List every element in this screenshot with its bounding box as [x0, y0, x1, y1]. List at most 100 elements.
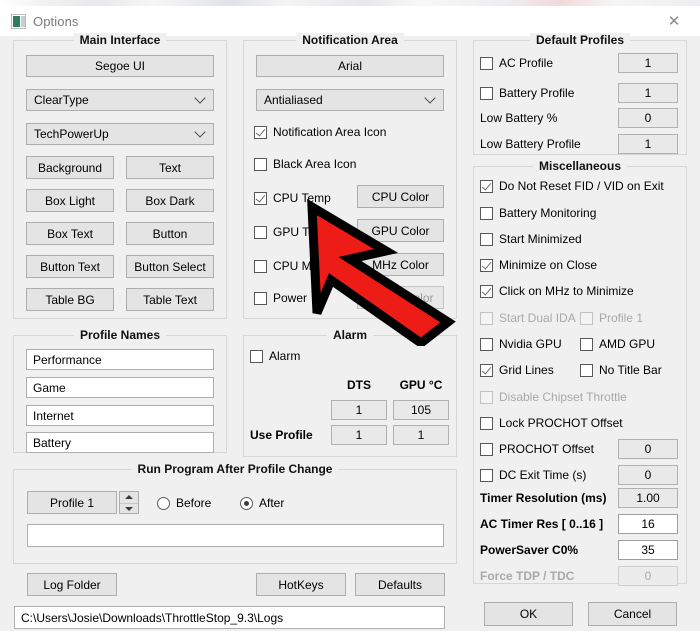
prochot-offset-value[interactable]: 0 — [618, 439, 678, 459]
checkbox-battery-profile[interactable]: Battery Profile — [480, 86, 574, 100]
dc-exit-time-value[interactable]: 0 — [618, 465, 678, 485]
checkbox-label: Battery Monitoring — [499, 206, 597, 220]
color-button-button-text[interactable]: Button Text — [26, 255, 114, 278]
power-color-button[interactable]: Power Color — [357, 286, 444, 309]
checkbox-cpu-temp[interactable]: CPU Temp — [254, 191, 331, 205]
checkbox-box — [254, 259, 267, 273]
log-path-input[interactable]: C:\Users\Josie\Downloads\ThrottleStop_9.… — [14, 606, 445, 629]
checkbox-label: No Title Bar — [599, 363, 662, 377]
low-battery-percent-label: Low Battery % — [480, 111, 558, 125]
radio-ring — [157, 496, 170, 510]
profile-name-input-2[interactable]: Game — [26, 377, 214, 398]
run-program-profile-button[interactable]: Profile 1 — [27, 491, 117, 514]
checkbox-label: Notification Area Icon — [273, 125, 387, 139]
notification-render-combo[interactable]: Antialiased — [256, 89, 444, 111]
checkbox-minimize-on-close[interactable]: Minimize on Close — [480, 258, 597, 272]
spinner-up-icon[interactable] — [120, 492, 138, 504]
close-icon[interactable]: ✕ — [655, 10, 693, 32]
checkbox-do-not-reset-fid-vid-on-exit[interactable]: Do Not Reset FID / VID on Exit — [480, 179, 664, 193]
alarm-gpu-profile[interactable]: 1 — [393, 425, 449, 445]
color-button-button-select[interactable]: Button Select — [126, 255, 214, 278]
checkbox-black-area-icon[interactable]: Black Area Icon — [254, 157, 356, 171]
low-battery-profile-value[interactable]: 1 — [618, 134, 678, 154]
ac-timer-res-value[interactable]: 16 — [618, 514, 678, 534]
low-battery-percent-value[interactable]: 0 — [618, 108, 678, 128]
alarm-dts-threshold[interactable]: 1 — [331, 400, 387, 420]
checkbox-box — [480, 337, 493, 351]
powersaver-c0-value[interactable]: 35 — [618, 540, 678, 560]
checkbox-power[interactable]: Power — [254, 291, 307, 305]
notification-font-button[interactable]: Arial — [256, 55, 444, 77]
run-program-profile-spinner[interactable] — [119, 491, 139, 514]
timer-resolution-value[interactable]: 1.00 — [618, 488, 678, 508]
options-dialog: Options ✕ Main Interface Segoe UI ClearT… — [0, 0, 700, 631]
color-button-background[interactable]: Background — [26, 156, 114, 179]
checkbox-box — [480, 442, 493, 456]
checkbox-grid-lines[interactable]: Grid Lines — [480, 363, 554, 377]
checkbox-lock-prochot-offset[interactable]: Lock PROCHOT Offset — [480, 416, 623, 430]
checkbox-box — [480, 468, 493, 482]
checkbox-amd-gpu[interactable]: AMD GPU — [580, 337, 655, 351]
alarm-use-profile-label: Use Profile — [250, 428, 313, 442]
group-title-run-program: Run Program After Profile Change — [131, 462, 339, 476]
radio-before[interactable]: Before — [157, 496, 211, 510]
color-button-box-dark[interactable]: Box Dark — [126, 189, 214, 212]
checkbox-gpu-temp[interactable]: GPU Temp — [254, 225, 331, 239]
chevron-down-icon — [196, 94, 205, 103]
spinner-down-icon[interactable] — [120, 504, 138, 515]
cpu-color-button[interactable]: CPU Color — [357, 185, 444, 208]
hotkeys-button[interactable]: HotKeys — [256, 573, 346, 596]
gpu-color-button[interactable]: GPU Color — [357, 219, 444, 242]
checkbox-label: Alarm — [269, 349, 301, 363]
checkbox-cpu-mhz[interactable]: CPU MHz — [254, 259, 326, 273]
main-font-button[interactable]: Segoe UI — [26, 55, 214, 77]
checkbox-start-minimized[interactable]: Start Minimized — [480, 232, 582, 246]
profile-name-input-4[interactable]: Battery — [26, 432, 214, 453]
ac-profile-value[interactable]: 1 — [618, 53, 678, 73]
main-render-combo[interactable]: ClearType — [26, 89, 214, 111]
run-program-path-input[interactable] — [27, 524, 444, 547]
notification-render-combo-value: Antialiased — [264, 93, 323, 107]
log-folder-button[interactable]: Log Folder — [27, 573, 117, 596]
checkbox-prochot-offset[interactable]: PROCHOT Offset — [480, 442, 594, 456]
defaults-button[interactable]: Defaults — [355, 573, 445, 596]
checkbox-click-on-mhz-to-minimize[interactable]: Click on MHz to Minimize — [480, 284, 634, 298]
color-button-text[interactable]: Text — [126, 156, 214, 179]
checkbox-battery-monitoring[interactable]: Battery Monitoring — [480, 206, 596, 220]
checkbox-label: Black Area Icon — [273, 157, 357, 171]
force-tdp-tdc-value: 0 — [618, 566, 678, 586]
radio-after[interactable]: After — [240, 496, 284, 510]
checkbox-label: GPU Temp — [273, 225, 332, 239]
alarm-dts-profile[interactable]: 1 — [331, 425, 387, 445]
color-button-box-text[interactable]: Box Text — [26, 222, 114, 245]
mhz-color-button[interactable]: MHz Color — [357, 253, 444, 276]
checkbox-label: Battery Profile — [499, 86, 575, 100]
ok-button[interactable]: OK — [484, 602, 573, 626]
cancel-button[interactable]: Cancel — [588, 602, 677, 626]
checkbox-label: Lock PROCHOT Offset — [499, 416, 623, 430]
color-button-table-text[interactable]: Table Text — [126, 288, 214, 311]
checkbox-box — [480, 416, 493, 430]
checkbox-dc-exit-time[interactable]: DC Exit Time (s) — [480, 468, 586, 482]
title-bar: Options ✕ — [0, 6, 700, 36]
color-button-box-light[interactable]: Box Light — [26, 189, 114, 212]
checkbox-nvidia-gpu[interactable]: Nvidia GPU — [480, 337, 562, 351]
battery-profile-value[interactable]: 1 — [618, 83, 678, 103]
main-theme-combo[interactable]: TechPowerUp — [26, 123, 214, 145]
checkbox-label: Start Dual IDA — [499, 311, 576, 325]
checkbox-no-title-bar[interactable]: No Title Bar — [580, 363, 662, 377]
checkbox-notification-area-icon[interactable]: Notification Area Icon — [254, 125, 386, 139]
checkbox-ac-profile[interactable]: AC Profile — [480, 56, 553, 70]
checkbox-alarm[interactable]: Alarm — [250, 349, 300, 363]
color-button-button[interactable]: Button — [126, 222, 214, 245]
profile-name-input-1[interactable]: Performance — [26, 349, 214, 370]
color-button-table-bg[interactable]: Table BG — [26, 288, 114, 311]
alarm-gpu-threshold[interactable]: 105 — [393, 400, 449, 420]
radio-ring — [240, 496, 253, 510]
checkbox-label: DC Exit Time (s) — [499, 468, 587, 482]
profile-name-input-3[interactable]: Internet — [26, 405, 214, 426]
checkbox-label: Start Minimized — [499, 232, 582, 246]
checkbox-box — [250, 349, 263, 363]
checkbox-label: Profile 1 — [599, 311, 644, 325]
group-title-notification-area: Notification Area — [296, 33, 404, 47]
